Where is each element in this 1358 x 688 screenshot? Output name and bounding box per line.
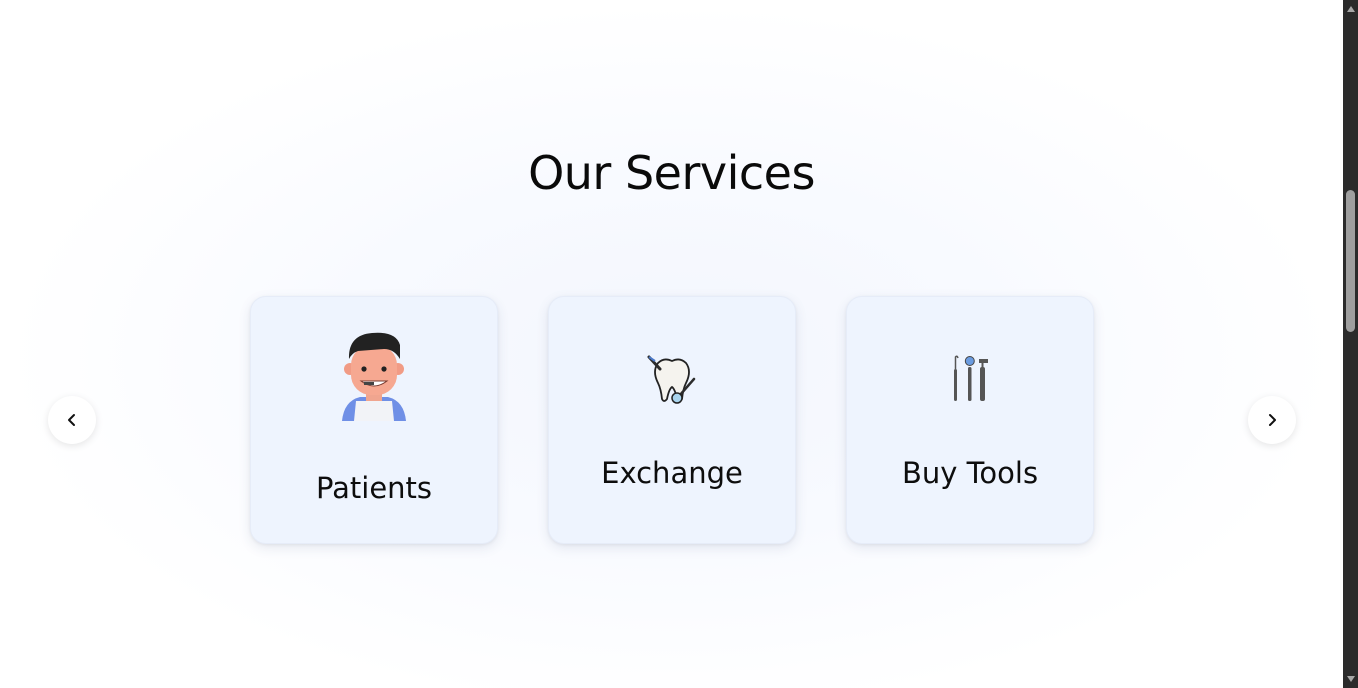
- dental-tools-icon: [954, 355, 988, 401]
- chevron-right-icon: [1269, 414, 1276, 426]
- service-card-patients[interactable]: Patients: [250, 296, 498, 544]
- section-title: Our Services: [528, 146, 815, 200]
- tooth-icon: [647, 355, 696, 404]
- scrollbar-thumb[interactable]: [1346, 190, 1355, 332]
- service-card-label: Exchange: [601, 456, 743, 490]
- service-card-label: Patients: [315, 471, 433, 505]
- service-card-label: Buy Tools: [901, 456, 1039, 490]
- service-card-exchange[interactable]: Exchange: [548, 296, 796, 544]
- carousel-next-button[interactable]: [1248, 396, 1296, 444]
- carousel-prev-button[interactable]: [48, 396, 96, 444]
- dentist-avatar-icon: [342, 332, 406, 421]
- chevron-left-icon: [68, 414, 75, 426]
- scroll-up-arrow-icon[interactable]: [1346, 4, 1355, 13]
- vertical-scrollbar[interactable]: [1343, 0, 1358, 688]
- services-page: Our Services Patients Exchange Buy Tools: [0, 0, 1343, 688]
- service-card-buy-tools[interactable]: Buy Tools: [846, 296, 1094, 544]
- scroll-down-arrow-icon[interactable]: [1346, 674, 1355, 683]
